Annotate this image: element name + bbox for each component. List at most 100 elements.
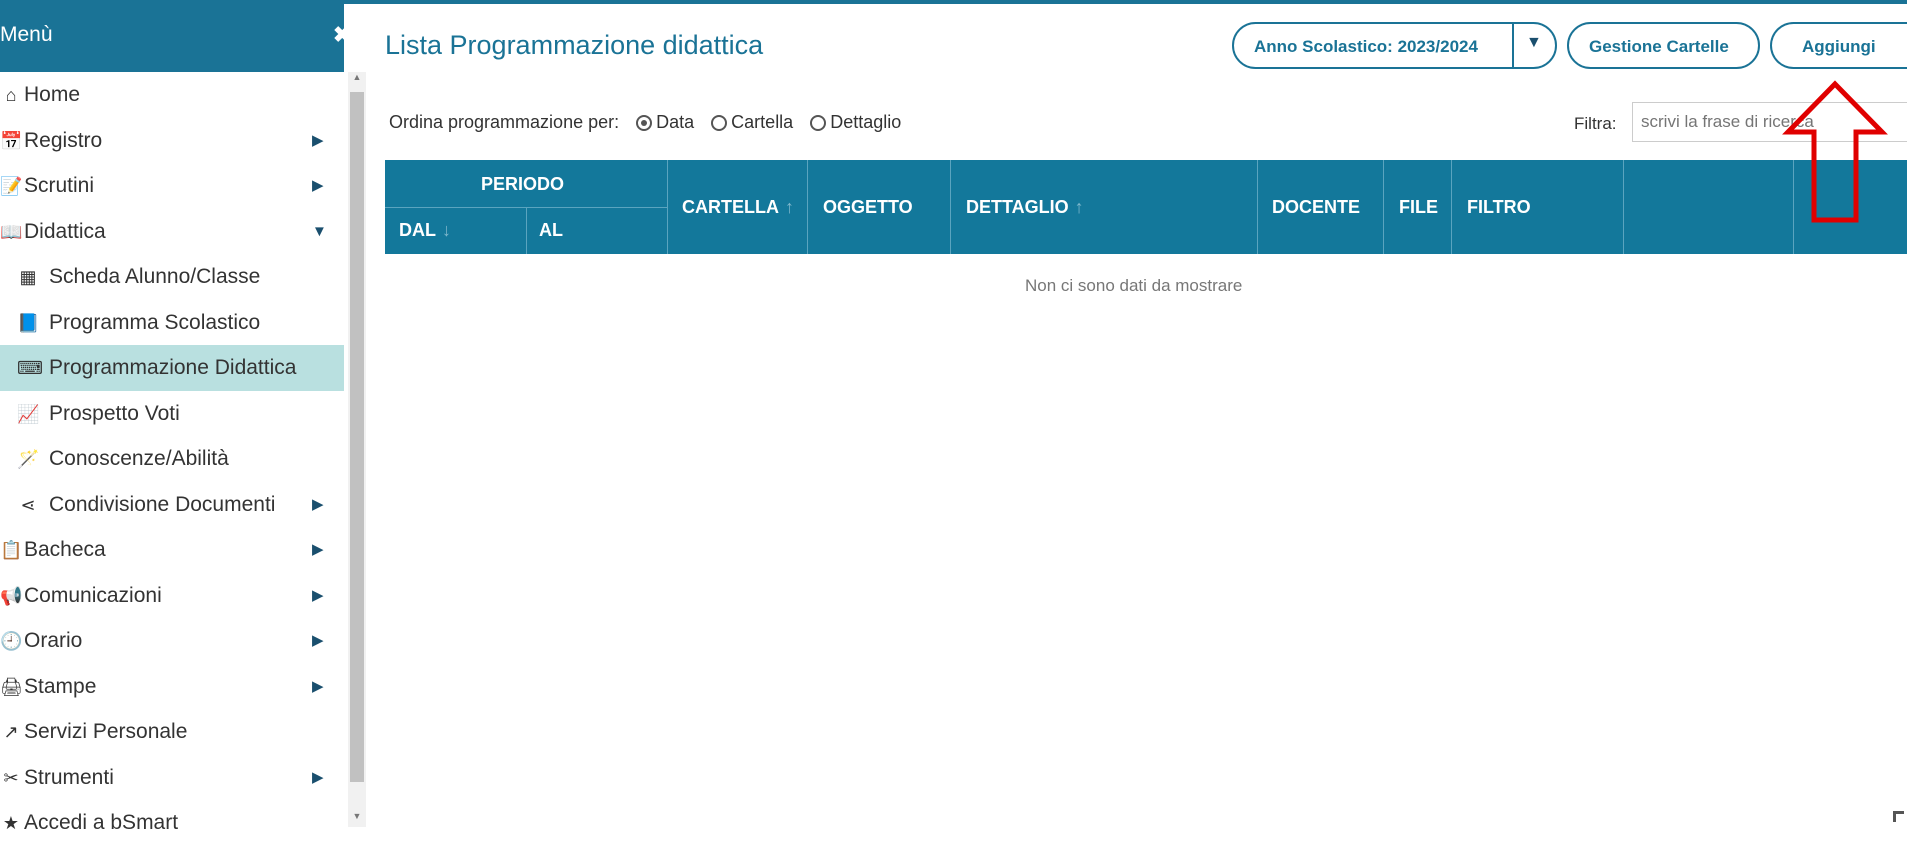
col-divider [1383, 160, 1384, 254]
sidebar-item-label: Orario [24, 629, 83, 652]
programma-scolastico-icon: 📘 [17, 312, 40, 333]
sidebar-item-prospetto-voti[interactable]: 📈 Prospetto Voti [0, 391, 344, 437]
programmazione-didattica-icon: ⌨ [17, 358, 43, 378]
col-docente[interactable]: DOCENTE [1272, 197, 1360, 218]
add-button-label: Aggiungi [1802, 37, 1876, 56]
order-label: Ordina programmazione per: [389, 112, 620, 132]
col-oggetto[interactable]: OGGETTO [823, 197, 913, 218]
sort-up-icon[interactable]: ↑ [785, 197, 794, 217]
radio-dettaglio-label[interactable]: Dettaglio [830, 112, 901, 132]
sidebar-scrollbar[interactable]: ▲ ▼ [348, 72, 366, 827]
col-divider [1623, 160, 1624, 254]
sidebar-item-label: Accedi a bSmart [24, 811, 179, 834]
sidebar-item-label: Programmazione Didattica [49, 356, 297, 379]
radio-cartella[interactable] [711, 115, 728, 131]
sidebar-item-registro[interactable]: 📅Registro ▶ [0, 118, 344, 164]
sidebar-item-condivisione-documenti[interactable]: ⋖ Condivisione Documenti ▶ [0, 482, 344, 528]
condivisione-documenti-icon: ⋖ [20, 494, 36, 515]
sidebar-item-scrutini[interactable]: 📝Scrutini ▶ [0, 163, 344, 209]
sidebar-header: Menù ✖ [0, 4, 351, 72]
bacheca-icon: 📋 [0, 540, 23, 560]
col-file[interactable]: FILE [1399, 197, 1438, 218]
radio-dettaglio[interactable] [810, 115, 827, 131]
col-al[interactable]: AL [539, 220, 563, 241]
sidebar-item-label: Programma Scolastico [49, 310, 261, 334]
close-menu-icon[interactable]: ✖ [333, 22, 351, 48]
sort-up-icon[interactable]: ↑ [1075, 197, 1084, 217]
sidebar-item-label: Strumenti [24, 765, 114, 789]
resize-corner-icon[interactable] [1893, 811, 1904, 822]
col-filtro[interactable]: FILTRO [1467, 197, 1531, 218]
stampe-icon: 🖨 [0, 676, 23, 697]
caret-right-icon[interactable]: ▶ [312, 755, 324, 801]
scroll-up-icon[interactable]: ▲ [348, 72, 366, 88]
sidebar-item-label: Registro [24, 128, 103, 152]
add-button[interactable]: Aggiungi [1770, 22, 1907, 69]
conoscenze-abilit-icon: 🪄 [17, 449, 40, 469]
sidebar-item-stampe[interactable]: 🖨Stampe ▶ [0, 664, 344, 710]
sidebar-item-label: Comunicazioni [24, 583, 162, 607]
caret-right-icon[interactable]: ▶ [312, 118, 324, 164]
sidebar-item-comunicazioni[interactable]: 📢Comunicazioni ▶ [0, 573, 344, 619]
sidebar-item-label: Scheda Alunno/Classe [49, 265, 261, 288]
annotation-arrow-icon [1782, 80, 1888, 223]
gestione-cartelle-label: Gestione Cartelle [1589, 37, 1729, 56]
caret-down-icon[interactable]: ▼ [312, 209, 327, 255]
caret-right-icon[interactable]: ▶ [312, 163, 324, 209]
caret-right-icon[interactable]: ▶ [312, 527, 324, 573]
sidebar-item-label: Scrutini [24, 174, 95, 197]
filter-label: Filtra: [1574, 114, 1617, 133]
col-dettaglio[interactable]: DETTAGLIO ↑ [966, 197, 1084, 218]
radio-data[interactable] [636, 115, 653, 131]
sidebar-item-didattica[interactable]: 📖Didattica ▼ [0, 209, 344, 255]
accedi-a-bsmart-icon: ★ [2, 813, 20, 833]
caret-down-icon[interactable]: ▼ [1526, 34, 1542, 52]
caret-right-icon[interactable]: ▶ [312, 618, 324, 664]
caret-right-icon[interactable]: ▶ [312, 664, 324, 710]
sort-down-icon[interactable]: ↓ [442, 220, 451, 240]
order-options: Ordina programmazione per: Data Cartella… [389, 112, 901, 133]
sidebar-item-accedi-a-bsmart[interactable]: ★ Accedi a bSmart [0, 800, 344, 846]
sidebar-item-label: Home [24, 83, 81, 106]
sidebar-title: Menù [0, 23, 53, 46]
scheda-alunno-classe-icon: ▦ [19, 267, 37, 287]
sidebar-item-label: Bacheca [24, 538, 106, 561]
sidebar-item-bacheca[interactable]: 📋Bacheca ▶ [0, 527, 344, 573]
page-title: Lista Programmazione didattica [385, 30, 764, 60]
col-divider [807, 160, 808, 254]
sidebar: Menù ✖ ⌂ Home 📅Registro ▶ 📝Scrutini ▶ 📖Didatti… [0, 4, 368, 834]
sidebar-item-label: Condivisione Documenti [49, 492, 276, 516]
sidebar-item-label: Prospetto Voti [49, 401, 180, 425]
scrutini-icon: 📝 [0, 176, 23, 196]
scroll-down-icon[interactable]: ▼ [348, 811, 366, 827]
sidebar-item-scheda-alunno-classe[interactable]: ▦ Scheda Alunno/Classe [0, 254, 344, 300]
selector-divider [1512, 24, 1514, 67]
sidebar-item-label: Conoscenze/Abilità [49, 447, 229, 470]
sidebar-item-label: Stampe [24, 674, 97, 698]
sidebar-item-programma-scolastico[interactable]: 📘 Programma Scolastico [0, 300, 344, 346]
sidebar-item-conoscenze-abilit[interactable]: 🪄 Conoscenze/Abilità [0, 436, 344, 482]
col-dal[interactable]: DAL ↓ [399, 220, 451, 241]
table-header: PERIODO DAL ↓ AL CARTELLA ↑ OGGETTO DETTAG… [385, 160, 1907, 254]
sidebar-item-strumenti[interactable]: ✂ Strumenti ▶ [0, 755, 344, 801]
orario-icon: 🕘 [0, 631, 23, 651]
sidebar-item-orario[interactable]: 🕘Orario ▶ [0, 618, 344, 664]
comunicazioni-icon: 📢 [0, 585, 23, 606]
col-cartella[interactable]: CARTELLA ↑ [682, 197, 794, 218]
radio-cartella-label[interactable]: Cartella [731, 112, 793, 132]
scroll-thumb[interactable] [350, 92, 364, 782]
caret-right-icon[interactable]: ▶ [312, 482, 324, 528]
prospetto-voti-icon: 📈 [17, 403, 40, 424]
caret-right-icon[interactable]: ▶ [312, 573, 324, 619]
sidebar-item-home[interactable]: ⌂ Home [0, 72, 344, 118]
sidebar-item-programmazione-didattica[interactable]: ⌨ Programmazione Didattica [0, 345, 344, 391]
empty-table-message: Non ci sono dati da mostrare [1025, 276, 1243, 295]
radio-data-label[interactable]: Data [656, 112, 694, 132]
sidebar-item-servizi-personale[interactable]: ↗ Servizi Personale [0, 709, 344, 755]
col-divider [667, 160, 668, 254]
sidebar-menu: ⌂ Home 📅Registro ▶ 📝Scrutini ▶ 📖Didattica ▼ ▦ Sch… [0, 72, 344, 846]
school-year-selector[interactable]: Anno Scolastico: 2023/2024 ▼ [1232, 22, 1557, 69]
periodo-header: PERIODO [481, 174, 565, 194]
gestione-cartelle-button[interactable]: Gestione Cartelle [1567, 22, 1760, 69]
col-divider [526, 207, 527, 254]
